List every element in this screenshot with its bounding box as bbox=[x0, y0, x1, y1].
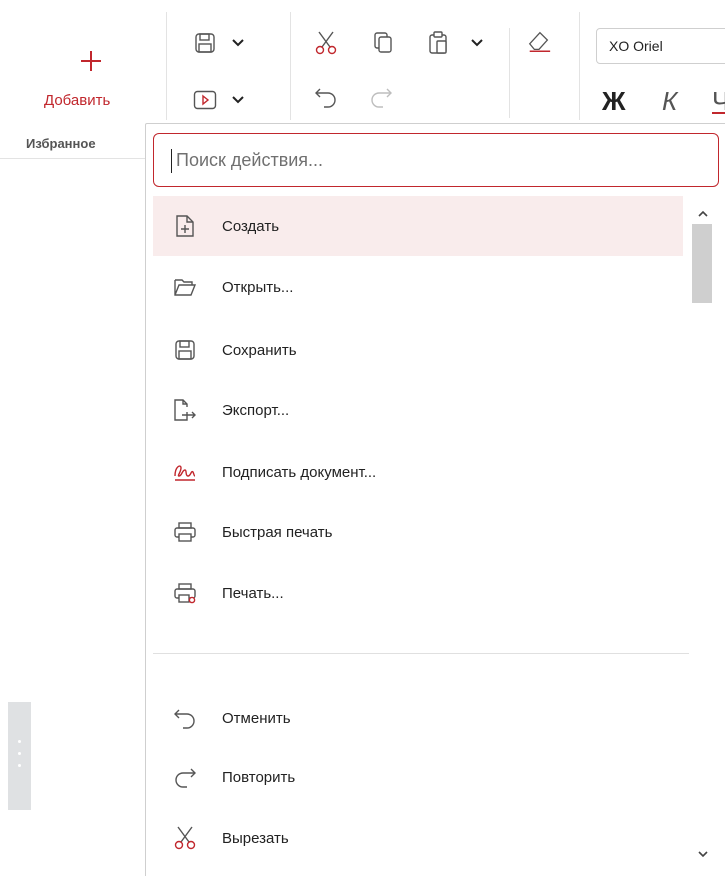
clipboard-icon bbox=[429, 31, 447, 54]
menu-item-label: Подписать документ... bbox=[222, 463, 377, 481]
divider bbox=[579, 12, 580, 120]
save-menu-button[interactable] bbox=[192, 30, 218, 56]
printer-icon bbox=[165, 521, 205, 543]
play-icon bbox=[193, 90, 217, 110]
menu-item-label: Сохранить bbox=[222, 341, 297, 359]
menu-item-redo[interactable]: Повторить bbox=[153, 747, 683, 807]
favorites-label: Избранное bbox=[26, 136, 96, 151]
menu-item-label: Повторить bbox=[222, 768, 296, 786]
menu-item-save[interactable]: Сохранить bbox=[153, 320, 683, 380]
chevron-up-icon bbox=[698, 210, 708, 217]
scroll-up-button[interactable] bbox=[695, 206, 711, 222]
plus-icon bbox=[81, 51, 101, 71]
font-family-select[interactable]: XO Oriel bbox=[596, 28, 725, 64]
redo-icon bbox=[165, 766, 205, 788]
favorites-panel: Избранное bbox=[0, 132, 148, 876]
print-settings-icon bbox=[165, 582, 205, 604]
menu-item-label: Печать... bbox=[222, 584, 284, 602]
menu-item-undo[interactable]: Отменить bbox=[153, 688, 683, 748]
export-icon bbox=[165, 398, 205, 422]
cut-button[interactable] bbox=[313, 30, 339, 56]
signature-icon bbox=[165, 462, 205, 482]
underline-button[interactable]: Ч bbox=[712, 86, 725, 116]
new-document-icon bbox=[165, 214, 205, 238]
bold-button[interactable]: Ж bbox=[602, 86, 626, 116]
menu-item-label: Быстрая печать bbox=[222, 523, 333, 541]
divider bbox=[509, 28, 510, 118]
add-button-label: Добавить bbox=[44, 92, 111, 109]
redo-icon bbox=[371, 88, 392, 108]
eraser-icon bbox=[528, 31, 551, 52]
italic-button[interactable]: К bbox=[662, 86, 677, 116]
slideshow-menu-button[interactable] bbox=[192, 87, 218, 113]
menu-item-label: Вырезать bbox=[222, 829, 289, 847]
undo-icon bbox=[315, 88, 336, 108]
chevron-down-icon bbox=[698, 851, 708, 858]
toolbar: Добавить XO Oriel Ж К Ч bbox=[0, 0, 725, 132]
chevron-down-icon[interactable] bbox=[230, 91, 246, 109]
menu-item-open[interactable]: Открыть... bbox=[153, 257, 683, 317]
add-button[interactable]: Добавить bbox=[0, 0, 160, 124]
menu-item-quick-print[interactable]: Быстрая печать bbox=[153, 502, 683, 562]
save-icon bbox=[165, 339, 205, 361]
divider bbox=[290, 12, 291, 120]
menu-item-cut[interactable]: Вырезать bbox=[153, 808, 683, 868]
paste-button[interactable] bbox=[425, 30, 451, 56]
menu-item-sign[interactable]: Подписать документ... bbox=[153, 442, 683, 502]
menu-item-label: Отменить bbox=[222, 709, 291, 727]
menu-item-print[interactable]: Печать... bbox=[153, 563, 683, 623]
scrollbar-thumb[interactable] bbox=[692, 224, 712, 303]
clear-format-button[interactable] bbox=[526, 28, 552, 54]
divider bbox=[0, 158, 148, 159]
menu-item-create[interactable]: Создать bbox=[153, 196, 683, 256]
undo-button[interactable] bbox=[313, 84, 339, 110]
redo-button[interactable] bbox=[368, 84, 394, 110]
menu-separator bbox=[153, 653, 689, 654]
action-search-input[interactable] bbox=[176, 145, 696, 175]
divider bbox=[166, 12, 167, 120]
folder-open-icon bbox=[165, 277, 205, 297]
chevron-down-icon[interactable] bbox=[230, 34, 246, 52]
text-caret bbox=[171, 149, 172, 173]
menu-item-label: Открыть... bbox=[222, 278, 294, 296]
copy-icon bbox=[374, 32, 392, 53]
scissors-icon bbox=[165, 825, 205, 851]
scroll-down-button[interactable] bbox=[695, 846, 711, 862]
menu-item-export[interactable]: Экспорт... bbox=[153, 380, 683, 440]
chevron-down-icon[interactable] bbox=[469, 34, 485, 52]
save-icon bbox=[195, 33, 215, 53]
action-search-field[interactable] bbox=[153, 133, 719, 187]
panel-resize-handle[interactable] bbox=[8, 702, 31, 810]
scissors-icon bbox=[315, 31, 337, 55]
copy-button[interactable] bbox=[370, 30, 396, 56]
menu-item-label: Создать bbox=[222, 217, 280, 235]
action-dropdown: Создать Открыть... Сохранить bbox=[145, 123, 725, 876]
undo-icon bbox=[165, 707, 205, 729]
menu-item-label: Экспорт... bbox=[222, 401, 290, 419]
